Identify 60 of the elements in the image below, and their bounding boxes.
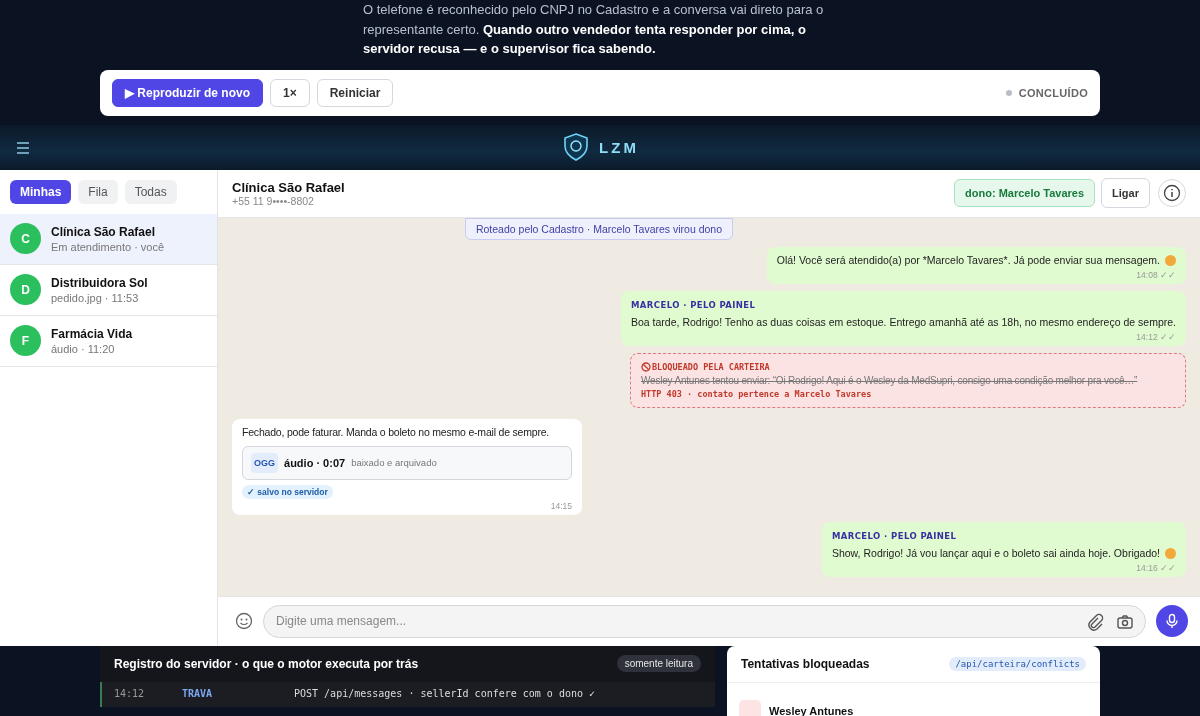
blocked-icon — [641, 361, 651, 372]
player-button[interactable]: 1× — [270, 78, 310, 107]
blocked-text: Wesley Antunes tentou enviar: “Oi Rodrigo! Aqui é o Wesley da MedSupri, consigo uma condição melhor pra você…” — [641, 374, 1139, 386]
message-text: Olá! Você será atendido(a) por *Marcelo Tavares*. Já pode enviar sua mensagem. — [776, 252, 1160, 268]
attachment-title: áudio · 0:07 — [284, 456, 346, 469]
filter-tab[interactable]: Todas — [124, 179, 177, 204]
message-text: Show, Rodrigo! Já vou lançar aqui e o boleto sai ainda hoje. Obrigado! — [831, 545, 1160, 561]
log-tag: TRAVA — [182, 688, 294, 699]
brand-name: LZM — [599, 138, 639, 156]
message-author: MARCELO · PELO PAINEL — [831, 530, 958, 541]
log-time: 14:12 — [114, 688, 146, 699]
avatar: F — [10, 325, 41, 357]
contact-name: Clínica São Rafael — [51, 224, 157, 239]
system-notice: Roteado pelo Cadastro · Marcelo Tavares virou dono — [464, 217, 734, 240]
contact-name: Farmácia Vida — [51, 326, 133, 341]
chat-title: Clínica São Rafael — [232, 179, 346, 195]
player-button[interactable]: Reiniciar — [316, 78, 394, 107]
file-type-badge: OGG — [251, 452, 278, 473]
saved-badge: ✓ salvo no servidor — [242, 484, 333, 499]
log-title: Registro do servidor · o que o motor executa por trás — [114, 657, 419, 671]
audio-attachment[interactable]: OGG áudio · 0:07 baixado e arquivado — [242, 445, 572, 480]
message-author: MARCELO · PELO PAINEL — [631, 299, 757, 310]
microphone-button[interactable] — [1156, 605, 1188, 638]
panel-title: Tentativas bloqueadas — [741, 657, 870, 671]
emoji-icon[interactable] — [235, 612, 253, 631]
message-field[interactable]: Digite uma mensagem... — [263, 605, 1146, 638]
read-only-badge: somente leitura — [616, 655, 701, 673]
message-time: 14:12 ✓✓ — [1136, 331, 1176, 342]
avatar: C — [10, 223, 41, 255]
attachment-note: baixado e arquivado — [351, 457, 437, 469]
phone-number: +55 11 9••••-8802 — [232, 194, 315, 207]
endpoint-badge: /api/carteira/conflicts — [949, 657, 1086, 671]
filter-tab[interactable]: Fila — [78, 179, 118, 204]
call-button[interactable]: Ligar — [1101, 178, 1150, 209]
conversation-preview: pedido.jpg · 11:53 — [51, 291, 140, 304]
status-dot-icon — [1005, 89, 1012, 96]
filter-tab[interactable]: Minhas — [10, 179, 72, 204]
player-button[interactable]: ▶ Reproduzir de novo — [112, 78, 263, 107]
blocked-label: BLOQUEADO PELA CARTEIRA — [652, 361, 770, 372]
status-label: CONCLUÍDO — [1018, 86, 1088, 99]
camera-icon[interactable] — [1116, 613, 1134, 631]
microphone-icon — [1164, 613, 1180, 630]
menu-icon[interactable] — [16, 142, 30, 155]
avatar: D — [10, 274, 41, 306]
message-time: 14:08 ✓✓ — [1136, 269, 1176, 280]
owner-badge: dono: Marcelo Tavares — [954, 179, 1096, 208]
message-time: 14:15 — [550, 500, 572, 511]
conversation-preview: áudio · 11:20 — [51, 342, 116, 355]
log-entry: POST /api/messages · sellerId confere com o dono ✓ — [294, 688, 596, 699]
paperclip-icon[interactable] — [1086, 613, 1104, 631]
error-text: HTTP 403 · contato pertence a Marcelo Tavares — [641, 388, 873, 399]
conversation-preview: Em atendimento · você — [51, 240, 165, 253]
message-text: Fechado, pode faturar. Manda o boleto no mesmo e-mail de sempre. — [242, 424, 551, 440]
conversation-item[interactable]: C Clínica São Rafael Em atendimento · você — [0, 213, 217, 265]
avatar — [739, 700, 761, 716]
intro-paragraph: O telefone é reconhecido pelo CNPJ no Cadastro e a conversa vai direto para o representante certo. Quando outro vendedor tenta responder por cima, o servidor recusa — e o supervisor fica sabendo. — [363, 1, 825, 58]
contact-name: Distribuidora Sol — [51, 275, 148, 290]
message-text: Boa tarde, Rodrigo! Tenho as duas coisas em estoque. Entrego amanhã até as 18h, no mesmo endereço de sempre. — [631, 314, 1176, 330]
message-time: 14:16 ✓✓ — [1136, 562, 1176, 573]
info-button[interactable] — [1158, 179, 1186, 208]
